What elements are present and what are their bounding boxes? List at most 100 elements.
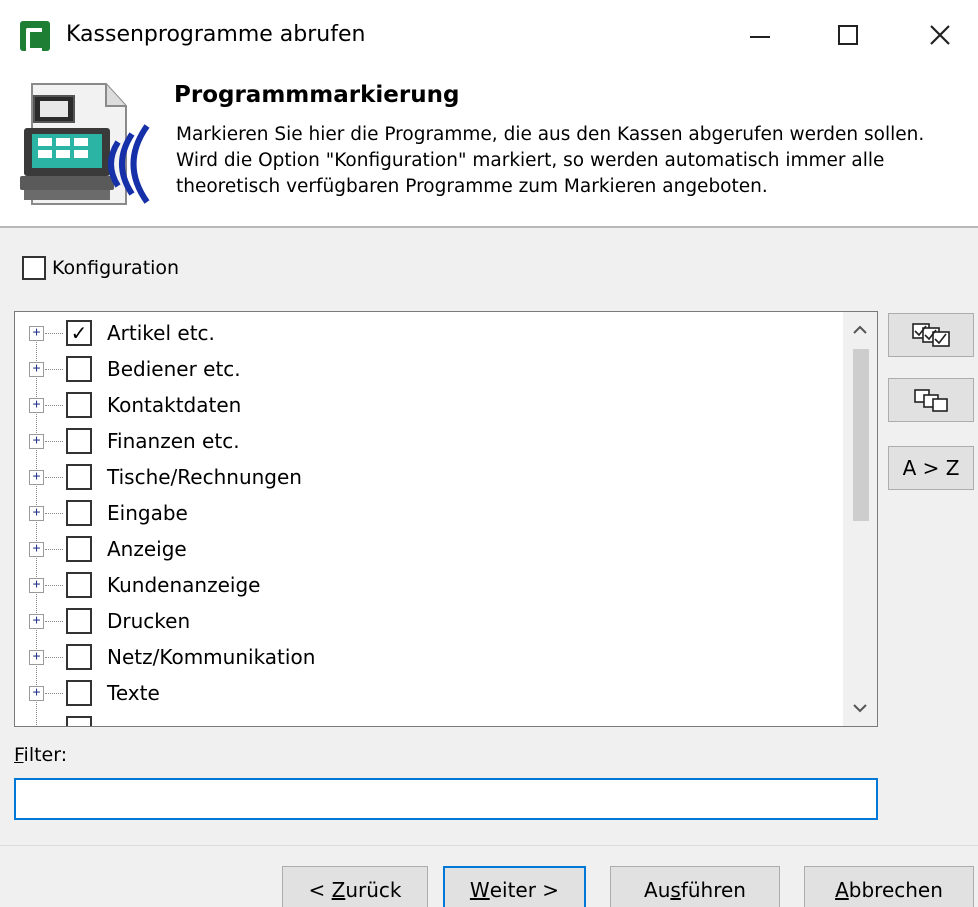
tree-item-checkbox[interactable] [66,428,92,454]
tree-connector [45,692,63,694]
scroll-up-icon[interactable] [843,312,877,346]
tree-item-texte[interactable]: + Texte [15,675,835,711]
tree-item-checkbox[interactable] [66,536,92,562]
description-line: theoretisch verfügbaren Programme zum Ma… [176,176,768,197]
run-button[interactable]: Au s führen [610,866,780,907]
tree-item-artikel[interactable]: + ✓ Artikel etc. [15,315,835,351]
filter-label: Filter: [14,744,67,766]
scroll-down-icon[interactable] [843,692,877,726]
app-logo-icon [20,21,50,52]
tree-item-label: Kundenanzeige [107,573,261,597]
back-prefix: < [308,878,332,902]
tree-item-checkbox[interactable] [66,392,92,418]
tree-item-label: Texte [107,681,160,705]
description-line: Markieren Sie hier die Programme, die au… [176,124,925,145]
tree-item-finanzen[interactable]: + Finanzen etc. [15,423,835,459]
deselect-all-button[interactable] [888,378,974,422]
maximize-icon [838,25,858,45]
tree-item-label: Netz/Kommunikation [107,645,316,669]
wizard-header: Programmmarkierung Markieren Sie hier di… [0,70,978,228]
tree-connector [45,404,63,406]
tree-connector [45,440,63,442]
filter-input[interactable] [14,778,878,820]
back-text: urück [345,878,402,902]
cancel-button[interactable]: Abbrechen [804,866,974,907]
page-title: Programmmarkierung [174,82,460,108]
maximize-button[interactable] [818,10,878,60]
dialog-body: Konfiguration + ✓ Artikel etc. + Bediene… [0,228,978,845]
close-icon [930,25,950,45]
tree-item-drucken[interactable]: + Drucken [15,603,835,639]
tree-item-bediener[interactable]: + Bediener etc. [15,351,835,387]
expand-plus-icon[interactable]: + [29,361,44,377]
filter-label-text: ilter: [23,744,68,766]
expand-plus-icon[interactable]: + [29,613,44,629]
expand-plus-icon[interactable]: + [29,325,44,341]
tree-scrollbar[interactable] [843,312,877,726]
next-button[interactable]: Weiter > [443,866,586,907]
tree-item-label: Drucken [107,609,191,633]
run-text: führen [680,878,746,902]
uncheck-all-icon [914,389,948,412]
tree-item-label: Finanzen etc. [107,429,240,453]
program-tree[interactable]: + ✓ Artikel etc. + Bediener etc. + Konta… [14,311,878,727]
cancel-text: bbrechen [848,878,943,902]
tree-item-checkbox[interactable] [66,464,92,490]
tree-connector [45,620,63,622]
minimize-icon [750,36,770,38]
tree-item-label: Kontaktdaten [107,393,242,417]
konfiguration-option[interactable]: Konfiguration [22,256,179,280]
tree-connector [45,368,63,370]
tree-item-checkbox[interactable] [66,644,92,670]
tree-item-label: Tische/Rechnungen [107,465,302,489]
expand-plus-icon[interactable]: + [29,541,44,557]
title-bar: Kassenprogramme abrufen [0,0,978,70]
tree-item-eingabe[interactable]: + Eingabe [15,495,835,531]
expand-plus-icon[interactable]: + [29,649,44,665]
page-description: Markieren Sie hier die Programme, die au… [176,122,966,200]
tree-item-checkbox[interactable]: ✓ [66,320,92,346]
expand-plus-icon[interactable]: + [29,469,44,485]
expand-plus-icon[interactable]: + [29,397,44,413]
tree-item-label: Eingabe [107,501,188,525]
tree-item-checkbox[interactable] [66,500,92,526]
tree-item-checkbox[interactable] [66,716,92,726]
tree-item-label: Bediener etc. [107,357,241,381]
tree-item-checkbox[interactable] [66,608,92,634]
minimize-button[interactable] [730,10,790,60]
wizard-footer: < Zurück Weiter > Au s führen Abbrechen [0,845,978,907]
konfiguration-checkbox[interactable] [22,256,46,280]
sort-button[interactable]: A > Z [888,446,974,490]
tree-item-checkbox[interactable] [66,572,92,598]
tree-item-kundenanzeige[interactable]: + Kundenanzeige [15,567,835,603]
expand-plus-icon[interactable]: + [29,685,44,701]
tree-item-tische[interactable]: + Tische/Rechnungen [15,459,835,495]
expand-plus-icon[interactable]: + [29,505,44,521]
tree-connector [45,584,63,586]
tree-item-anzeige[interactable]: + Anzeige [15,531,835,567]
back-button[interactable]: < Zurück [282,866,428,907]
window-title: Kassenprogramme abrufen [66,22,366,47]
tree-connector [45,512,63,514]
back-accel: Z [331,878,346,902]
close-button[interactable] [910,10,970,60]
tree-item-checkbox[interactable] [66,680,92,706]
select-all-button[interactable] [888,313,974,357]
cancel-accel: A [835,878,849,902]
checkmark-icon: ✓ [70,321,88,345]
expand-plus-icon[interactable]: + [29,577,44,593]
cash-register-wireless-icon [20,83,150,205]
tree-item-partial[interactable] [15,711,835,726]
tree-item-label: Anzeige [107,537,187,561]
expand-plus-icon[interactable]: + [29,433,44,449]
tree-item-checkbox[interactable] [66,356,92,382]
next-accel: W [469,878,490,902]
description-line: Wird die Option "Konfiguration" markiert… [176,150,885,171]
check-all-icon [912,323,950,347]
tree-item-kontaktdaten[interactable]: + Kontaktdaten [15,387,835,423]
tree-connector [45,548,63,550]
tree-item-netz[interactable]: + Netz/Kommunikation [15,639,835,675]
scrollbar-thumb[interactable] [853,349,869,521]
tree-item-label: Artikel etc. [107,321,215,345]
run-accel: s [670,878,681,902]
